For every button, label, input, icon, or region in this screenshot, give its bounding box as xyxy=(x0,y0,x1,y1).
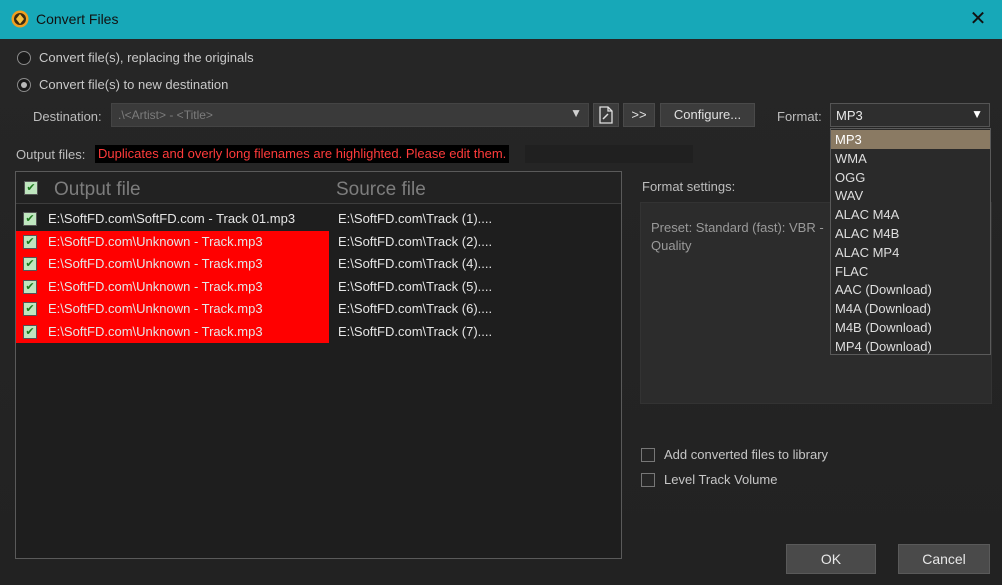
format-option[interactable]: OGG xyxy=(831,168,990,187)
output-file-text: E:\SoftFD.com\Unknown - Track.mp3 xyxy=(48,301,263,316)
browse-folder-button[interactable] xyxy=(593,103,619,127)
table-row[interactable]: ✔ E:\SoftFD.com\Unknown - Track.mp3 E:\Sof… xyxy=(16,298,621,321)
dialog-body: Convert file(s), replacing the originals… xyxy=(0,39,1002,585)
add-to-library-label: Add converted files to library xyxy=(664,447,829,462)
add-to-library-option[interactable]: Add converted files to library xyxy=(641,447,828,462)
column-header-source[interactable]: Source file xyxy=(336,179,426,201)
output-file-text: E:\SoftFD.com\Unknown - Track.mp3 xyxy=(48,278,263,294)
window-title: Convert Files xyxy=(36,11,119,27)
insert-field-button[interactable]: >> xyxy=(623,103,655,127)
destination-value: .\<Artist> - <Title> xyxy=(118,108,213,122)
format-option[interactable]: MP4 (Download) xyxy=(831,337,990,356)
format-combobox[interactable]: MP3 ▼ xyxy=(830,103,990,127)
output-file-text: E:\SoftFD.com\Unknown - Track.mp3 xyxy=(48,256,263,271)
row-checkbox[interactable]: ✔ xyxy=(23,234,37,249)
select-all-checkbox[interactable]: ✔ xyxy=(24,181,38,195)
format-option[interactable]: ALAC M4B xyxy=(831,224,990,243)
format-option[interactable]: ALAC MP4 xyxy=(831,243,990,262)
add-to-library-checkbox[interactable] xyxy=(641,447,655,462)
table-row[interactable]: ✔ E:\SoftFD.com\Unknown - Track.mp3 E:\Sof… xyxy=(16,275,621,298)
format-settings-description: Preset: Standard (fast): VBR - Quality xyxy=(651,220,824,253)
radio-replace-originals[interactable]: Convert file(s), replacing the originals xyxy=(17,50,254,65)
output-file-text: E:\SoftFD.com\SoftFD.com - Track 01.mp3 xyxy=(48,211,296,226)
chevron-down-icon[interactable]: ▼ xyxy=(570,106,582,120)
level-volume-label: Level Track Volume xyxy=(664,472,778,487)
format-option[interactable]: M4A (Download) xyxy=(831,299,990,318)
title-bar: Convert Files ✕ xyxy=(0,0,1002,39)
format-option[interactable]: M4B (Download) xyxy=(831,318,990,337)
row-checkbox[interactable]: ✔ xyxy=(23,257,37,271)
level-volume-checkbox[interactable] xyxy=(641,472,655,487)
format-label: Format: xyxy=(777,109,822,124)
format-option[interactable]: ALAC M4A xyxy=(831,205,990,224)
format-option[interactable]: MP3 xyxy=(831,130,990,149)
output-files-label: Output files: xyxy=(16,147,86,162)
close-icon[interactable]: ✕ xyxy=(968,7,988,31)
duplicate-warning: Duplicates and overly long filenames are… xyxy=(95,145,510,163)
destination-label: Destination: xyxy=(33,109,102,124)
file-edit-icon xyxy=(599,106,613,124)
radio-new-destination-indicator[interactable] xyxy=(17,77,31,92)
table-row[interactable]: ✔ E:\SoftFD.com\Unknown - Track.mp3 E:\Sof… xyxy=(16,320,621,343)
source-file-text: E:\SoftFD.com\Track (4).... xyxy=(338,256,493,271)
table-row[interactable]: ✔ E:\SoftFD.com\Unknown - Track.mp3 E:\Sof… xyxy=(16,253,621,276)
radio-replace-label: Convert file(s), replacing the originals xyxy=(39,50,254,65)
format-settings-label: Format settings: xyxy=(642,179,736,194)
source-file-text: E:\SoftFD.com\Track (5).... xyxy=(338,278,493,294)
format-dropdown-list[interactable]: MP3 WMA OGG WAV ALAC M4A ALAC M4B ALAC MP4 FLAC… xyxy=(830,128,991,355)
ok-button[interactable]: OK xyxy=(786,544,876,574)
source-file-text: E:\SoftFD.com\Track (7).... xyxy=(338,323,493,339)
format-option[interactable]: AAC (Download) xyxy=(831,280,990,299)
radio-new-destination-label: Convert file(s) to new destination xyxy=(39,77,229,92)
output-file-text: E:\SoftFD.com\Unknown - Track.mp3 xyxy=(48,323,263,339)
table-row[interactable]: ✔ E:\SoftFD.com\SoftFD.com - Track 01.mp3… xyxy=(16,208,621,231)
format-option[interactable]: WAV xyxy=(831,186,990,205)
output-file-text: E:\SoftFD.com\Unknown - Track.mp3 xyxy=(48,233,263,249)
cancel-button[interactable]: Cancel xyxy=(898,544,990,574)
column-header-output[interactable]: Output file xyxy=(54,179,141,201)
configure-button[interactable]: Configure... xyxy=(660,103,755,127)
radio-replace-indicator[interactable] xyxy=(17,50,31,65)
format-option[interactable]: WMA xyxy=(831,149,990,168)
format-option[interactable]: FLAC xyxy=(831,262,990,281)
row-checkbox[interactable]: ✔ xyxy=(23,302,37,316)
format-selected-value: MP3 xyxy=(836,108,863,123)
source-file-text: E:\SoftFD.com\Track (6).... xyxy=(338,301,493,316)
source-file-text: E:\SoftFD.com\Track (1).... xyxy=(338,211,493,226)
level-volume-option[interactable]: Level Track Volume xyxy=(641,472,777,487)
destination-combobox[interactable]: .\<Artist> - <Title> ▼ xyxy=(111,103,589,127)
chevron-down-icon[interactable]: ▼ xyxy=(971,107,983,121)
table-row[interactable]: ✔ E:\SoftFD.com\Unknown - Track.mp3 E:\Sof… xyxy=(16,230,621,253)
source-file-text: E:\SoftFD.com\Track (2).... xyxy=(338,233,493,249)
output-files-list[interactable]: ✔ Output file Source file ✔ E:\SoftFD.com… xyxy=(15,171,622,559)
row-checkbox[interactable]: ✔ xyxy=(23,212,37,226)
radio-new-destination[interactable]: Convert file(s) to new destination xyxy=(17,77,228,92)
row-checkbox[interactable]: ✔ xyxy=(23,324,37,339)
list-header: ✔ Output file Source file xyxy=(16,172,621,204)
app-logo-icon xyxy=(11,10,29,28)
row-checkbox[interactable]: ✔ xyxy=(23,279,37,294)
warning-strip xyxy=(525,145,693,163)
